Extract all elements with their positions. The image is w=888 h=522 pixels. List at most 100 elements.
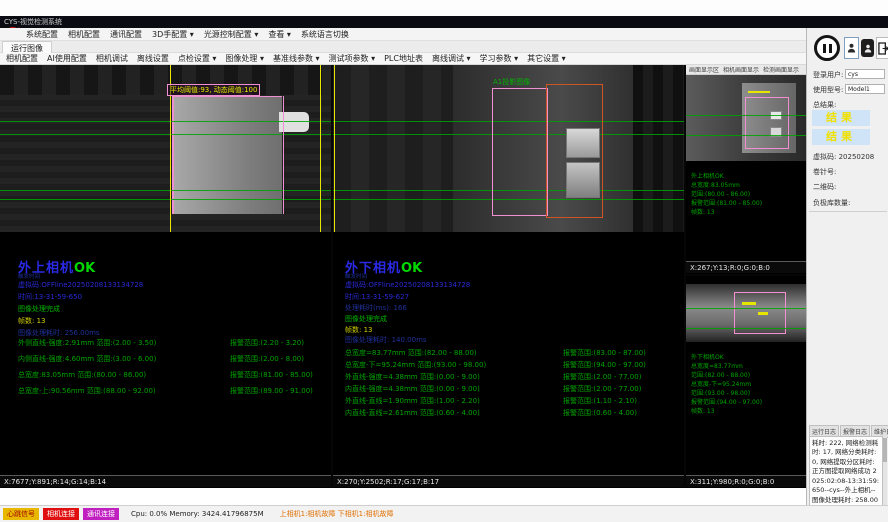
green-guide-line (686, 328, 806, 329)
toolbar-item[interactable]: 图像处理 ▾ (225, 53, 264, 64)
scroll-thumb[interactable] (883, 438, 887, 462)
thumb-text-line: 总宽度=83.77mm (691, 361, 743, 370)
tab-run-image[interactable]: 运行图像 (2, 41, 52, 53)
toolbar-item[interactable]: 相机配置 (6, 53, 38, 64)
measurement-row: 内侧直线-强度:4.60mm 范围:(3.00 - 6.00) 报警范围:(2.… (18, 354, 304, 364)
toolbar-item[interactable]: 点检设置 ▾ (178, 53, 217, 64)
menu-item[interactable]: 光源控制配置 ▾ (204, 29, 259, 40)
exit-button[interactable] (876, 37, 888, 59)
vcode-value: 20250208 (839, 153, 875, 161)
thumb-text-line: 报警范围:(94.00 - 97.00) (691, 397, 762, 406)
pause-icon (823, 44, 826, 53)
thumb-text-line: 范围:(93.00 - 98.00) (691, 388, 750, 397)
menu-item[interactable]: 相机配置 (68, 29, 100, 40)
ok-status: OK (74, 261, 95, 276)
app-window: CYS-视觉检测系统 系统配置相机配置通讯配置3D手配置 ▾光源控制配置 ▾查看… (0, 0, 888, 522)
status-badge: 相机连接 (43, 508, 79, 520)
menu-item[interactable]: 通讯配置 (110, 29, 142, 40)
detected-feature (566, 128, 600, 158)
menu-item[interactable]: 系统配置 (26, 29, 58, 40)
measurement-row: 内直线-直线=2.61mm 范围:(0.60 - 4.00) 报警范围:(0.6… (345, 408, 637, 418)
process-done-text: 图像处理完成 (345, 314, 387, 324)
thumb-text-line: 范围:(80.00 - 86.00) (691, 189, 750, 198)
model-label: 使用型号: (813, 85, 843, 95)
measurement-row: 总宽度:83.05mm 范围:(80.00 - 86.00) 报警范围:(81.… (18, 370, 313, 380)
thumb-text-line: 报警范围:(81.00 - 85.00) (691, 198, 762, 207)
yellow-guide-line (334, 65, 335, 232)
process-done-text: 图像处理完成 (18, 304, 60, 314)
toolbar-item[interactable]: 离线调试 ▾ (432, 53, 471, 64)
status-badges: 心跳信号相机连接通讯连接 (3, 508, 119, 520)
toolbar-item[interactable]: PLC地址表 (384, 53, 423, 64)
measurement-row: 外直线-直线=1.90mm 范围:(1.00 - 2.20) 报警范围:(1.1… (345, 396, 637, 406)
thumb-header-segment[interactable]: 相机画面显示 (723, 65, 759, 74)
time-text: 时间:13-31-59-627 (345, 292, 409, 302)
thumb-header-segment[interactable]: 检测画面显示 (763, 65, 799, 74)
user-switch-button[interactable] (861, 39, 874, 57)
toolbar-item[interactable]: 相机调试 (96, 53, 128, 64)
thumb-view-top[interactable]: 外上相机OK总宽度:83.05mm范围:(80.00 - 86.00)报警范围:… (686, 75, 806, 274)
thumb-header-segment[interactable]: 画面显示区 (689, 65, 719, 74)
menu-item[interactable]: 系统语言切换 (301, 29, 349, 40)
toolbar-item[interactable]: 测试项参数 ▾ (329, 53, 376, 64)
thumb-view-bottom[interactable]: 外下相机OK总宽度=83.77mm范围:(82.00 - 88.00)总宽度-下… (686, 276, 806, 488)
thumb-header: 画面显示区相机画面显示检测画面显示 (686, 65, 806, 75)
login-user-label: 登录用户: (813, 70, 843, 80)
measurement-row: 总宽度=83.77mm 范围:(82.00 - 88.00) 报警范围:(83.… (345, 348, 646, 358)
green-guide-line (686, 308, 806, 309)
toolbar-item[interactable]: 离线设置 (137, 53, 169, 64)
toolbar-item[interactable]: AI使用配置 (47, 53, 87, 64)
camera-view-upper[interactable]: 平均阈值:93, 动态阈值:100 外上相机OK 触发时间 虚拟码:OFFlin… (0, 65, 331, 488)
status-bar: 心跳信号相机连接通讯连接 Cpu: 0.0% Memory: 3424.4179… (0, 505, 888, 522)
trigger-label: 触发时间 (18, 272, 40, 280)
green-guide-line (0, 121, 331, 122)
detected-feature (566, 162, 600, 198)
pixel-coords-readout: X:7677;Y:891;R:14;G:14;B:14 (0, 475, 331, 487)
thumb-image-top (686, 75, 806, 161)
user-icon (864, 43, 872, 54)
threshold-overlay: 平均阈值:93, 动态阈值:100 (167, 84, 260, 96)
barcode-text: 虚拟码:OFFline20250208133134728 (345, 280, 470, 290)
pause-button[interactable] (814, 35, 840, 61)
roi-pink-box (492, 88, 548, 216)
process-time-text: 图像处理耗时: 140.00ms (345, 335, 427, 345)
green-guide-line (0, 199, 331, 200)
main-view-area: 平均阈值:93, 动态阈值:100 外上相机OK 触发时间 虚拟码:OFFlin… (0, 65, 806, 488)
green-guide-line (686, 135, 806, 136)
pixel-coords-readout: X:311;Y:980;R:0;G:0;B:0 (686, 475, 806, 487)
camera-image-lower: A1投影图像 (333, 65, 684, 232)
login-user-button[interactable] (844, 37, 859, 59)
menu-item[interactable]: 3D手配置 ▾ (152, 29, 194, 40)
thumb-text-line: 帧数: 13 (691, 406, 715, 415)
menu-item[interactable]: 查看 ▾ (268, 29, 291, 40)
camera-view-lower[interactable]: A1投影图像 外下相机OK 触发时间 虚拟码:OFFline2025020813… (333, 65, 684, 488)
machine-frame (633, 65, 684, 232)
thumb-text-line: 外上相机OK (691, 171, 724, 180)
window-titlebar: CYS-视觉检测系统 (0, 16, 888, 28)
thumb-text-line: 范围:(82.00 - 88.00) (691, 370, 750, 379)
pin-label: 卷针号: (813, 167, 836, 177)
vcode-label: 虚拟码: 20250208 (813, 152, 874, 162)
cpu-memory-readout: Cpu: 0.0% Memory: 3424.41796875M (131, 510, 264, 518)
measurement-row: 内直线-强度=4.38mm 范围:(0.00 - 9.00) 报警范围:(2.0… (345, 384, 641, 394)
yellow-marker (742, 302, 756, 305)
measurement-row: 总宽度-下=95.24mm 范围:(93.00 - 98.00) 报警范围:(9… (345, 360, 646, 370)
time-text: 时间:13-31-59-650 (18, 292, 82, 302)
model-field[interactable]: Model1 (845, 84, 885, 94)
process-time-text: 图像处理耗时: 256.00ms (18, 328, 100, 338)
toolbar-item[interactable]: 基准线参数 ▾ (273, 53, 320, 64)
yellow-marker (748, 91, 770, 93)
qr-label: 二维码: (813, 182, 836, 192)
toolbar-item[interactable]: 学习参数 ▾ (480, 53, 519, 64)
measurement-row: 外侧直线-强度:2.91mm 范围:(2.00 - 3.50) 报警范围:(2.… (18, 338, 304, 348)
window-title: CYS-视觉检测系统 (4, 18, 62, 26)
user-icon (847, 42, 856, 54)
thumb-text-line: 外下相机OK (691, 352, 724, 361)
roi-label: A1投影图像 (493, 77, 530, 87)
pink-edge-line (283, 96, 284, 214)
thumb-text-line: 帧数: 13 (691, 207, 715, 216)
total-result-label: 总结果: (813, 100, 836, 110)
login-user-field[interactable]: cys (845, 69, 885, 79)
control-sidebar: 登录用户: cys 使用型号: Model1 总结果: 结果 结果 虚拟码: 2… (806, 28, 888, 505)
toolbar-item[interactable]: 其它设置 ▾ (527, 53, 566, 64)
